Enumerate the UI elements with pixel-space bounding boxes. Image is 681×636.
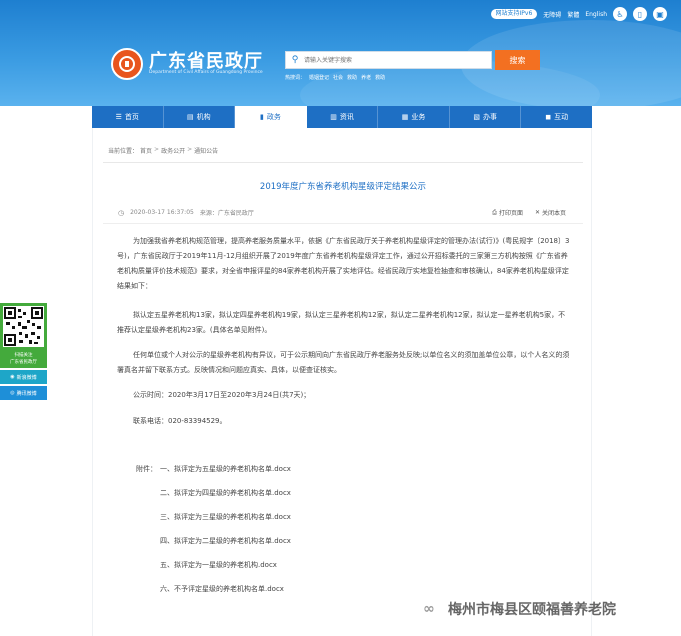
divider xyxy=(103,223,583,224)
weibo-label: 新浪微博 xyxy=(16,374,37,381)
nav-item-interaction[interactable]: ◼ 互动 xyxy=(521,106,592,128)
clock-icon: ◷ xyxy=(118,208,125,217)
nav-item-news[interactable]: ▥ 资讯 xyxy=(307,106,379,128)
article-meta: ◷ 2020-03-17 16:37:05 来源：广东省民政厅 xyxy=(118,208,254,218)
search-icon: ⚲ xyxy=(291,55,299,65)
nav-label: 首页 xyxy=(124,113,139,121)
weibo-icon: ◉ xyxy=(10,374,15,380)
nav-label: 互动 xyxy=(554,113,569,121)
home-icon: ☰ xyxy=(115,113,122,121)
tencent-icon: ◎ xyxy=(10,390,15,396)
tencent-weibo-button[interactable]: ◎ 腾讯微博 xyxy=(0,386,47,400)
article-container: 当前位置： 首页 > 政务公开 > 通知公告 2019年度广东省养老机构星级评定… xyxy=(92,128,592,636)
logo-emblem-icon[interactable] xyxy=(111,48,143,80)
hot-term[interactable]: 救助 xyxy=(347,74,357,81)
chat-icon: ◼ xyxy=(545,113,552,121)
search-box: ⚲ xyxy=(285,51,492,69)
watermark-text: 梅州市梅县区颐福善养老院 xyxy=(448,602,616,618)
breadcrumb-separator: > xyxy=(154,146,160,153)
mobile-icon[interactable]: ▯ xyxy=(633,7,647,21)
site-header: 网站支持IPv6 无障碍 繁體 English ♿ ▯ ▣ 广东省民政厅 Dep… xyxy=(0,0,681,106)
close-page-button[interactable]: ✕ 关闭本页 xyxy=(535,208,566,217)
qr-caption-line: 扫描关注 xyxy=(14,353,33,358)
breadcrumb-home[interactable]: 首页 xyxy=(140,146,152,155)
contact-phone: 联系电话：020-83394529。 xyxy=(133,417,227,425)
nav-item-services[interactable]: ▧ 办事 xyxy=(450,106,522,128)
tencent-label: 腾讯微博 xyxy=(16,390,37,397)
divider xyxy=(103,162,583,163)
wechat-watermark: ∞ 梅州市梅县区颐福善养老院 xyxy=(423,599,616,619)
building-icon: ▤ xyxy=(187,113,194,121)
sina-weibo-button[interactable]: ◉ 新浪微博 xyxy=(0,370,47,384)
nav-label: 办事 xyxy=(482,113,497,121)
article-source: 来源：广东省民政厅 xyxy=(199,210,254,217)
traditional-chinese-link[interactable]: 繁體 xyxy=(567,10,579,19)
breadcrumb-notices[interactable]: 通知公告 xyxy=(194,146,218,155)
search-button[interactable]: 搜索 xyxy=(495,50,540,70)
nav-label: 业务 xyxy=(411,113,426,121)
article-title: 2019年度广东省养老机构星级评定结果公示 xyxy=(259,182,427,192)
article-actions: ⎙ 打印页面 ✕ 关闭本页 xyxy=(492,208,566,218)
breadcrumb-separator: > xyxy=(187,146,193,153)
print-icon: ⎙ xyxy=(492,208,497,216)
side-float-panel: 扫描关注 广东省民政厅 ◉ 新浪微博 ◎ 腾讯微博 xyxy=(0,303,47,400)
breadcrumb-prefix: 当前位置： xyxy=(108,148,139,155)
nav-label: 资讯 xyxy=(339,113,354,121)
attachment-link[interactable]: 六、不予评定星级的养老机构名单.docx xyxy=(160,584,284,594)
qr-code-icon xyxy=(0,303,47,350)
news-icon: ▥ xyxy=(330,113,337,121)
breadcrumb-gov-open[interactable]: 政务公开 xyxy=(161,146,185,155)
site-subtitle: Department of Civil Affairs of Guangdong… xyxy=(149,70,263,75)
breadcrumb: 当前位置： 首页 > 政务公开 > 通知公告 xyxy=(108,146,218,155)
attachment-link[interactable]: 二、拟评定为四星级的养老机构名单.docx xyxy=(160,488,291,498)
nav-item-business[interactable]: ▦ 业务 xyxy=(378,106,450,128)
attachment-link[interactable]: 五、拟评定为一星级的养老机构.docx xyxy=(160,560,277,570)
hot-search-label: 热搜词： xyxy=(285,75,306,81)
close-icon: ✕ xyxy=(534,209,540,216)
print-button[interactable]: ⎙ 打印页面 xyxy=(492,208,523,218)
qr-caption: 扫描关注 广东省民政厅 xyxy=(0,350,47,368)
hot-term[interactable]: 社会 xyxy=(333,74,343,81)
attachments-label: 附件： xyxy=(136,465,157,473)
nav-item-government-affairs[interactable]: ▮ 政务 xyxy=(235,106,307,128)
nav-item-institutions[interactable]: ▤ 机构 xyxy=(164,106,236,128)
article-paragraph: 拟认定五星养老机构13家，拟认定四星养老机构19家，拟认定三星养老机构12家，拟… xyxy=(117,311,566,334)
task-icon: ▧ xyxy=(473,113,480,121)
hot-search: 热搜词： 婚姻登记 社会 救助 养老 救助 xyxy=(285,74,385,81)
english-link[interactable]: English xyxy=(585,11,607,18)
nav-item-home[interactable]: ☰ 首页 xyxy=(92,106,164,128)
article-paragraph: 为加强我省养老机构规范管理，提高养老服务质量水平，依据《广东省民政厅关于养老机构… xyxy=(117,237,570,290)
close-label: 关闭本页 xyxy=(541,210,566,217)
ipv6-badge: 网站支持IPv6 xyxy=(490,9,538,19)
accessibility-icon[interactable]: ♿ xyxy=(613,7,627,21)
main-nav: ☰ 首页 ▤ 机构 ▮ 政务 ▥ 资讯 ▦ 业务 ▧ 办事 ◼ 互动 xyxy=(92,106,592,128)
nav-label: 政务 xyxy=(266,113,281,121)
nav-label: 机构 xyxy=(196,113,211,121)
attachment-link[interactable]: 一、拟评定为五星级的养老机构名单.docx xyxy=(160,464,291,474)
book-icon: ▮ xyxy=(260,113,264,121)
wechat-icon: ∞ xyxy=(423,601,435,617)
publicity-period: 公示时间：2020年3月17日至2020年3月24日(共7天)； xyxy=(133,391,311,399)
search-input[interactable] xyxy=(304,53,484,67)
print-label: 打印页面 xyxy=(498,210,523,217)
article-paragraph: 任何单位或个人对公示的星级养老机构有异议，可于公示期间向广东省民政厅养老服务处反… xyxy=(117,351,570,374)
hot-term[interactable]: 养老 xyxy=(361,74,371,81)
attachment-link[interactable]: 四、拟评定为二星级的养老机构名单.docx xyxy=(160,536,291,546)
hot-term[interactable]: 婚姻登记 xyxy=(309,74,329,81)
app-icon[interactable]: ▣ xyxy=(653,7,667,21)
chart-icon: ▦ xyxy=(401,113,409,121)
attachment-link[interactable]: 三、拟评定为三星级的养老机构名单.docx xyxy=(160,512,291,522)
top-links: 网站支持IPv6 无障碍 繁體 English ♿ ▯ ▣ xyxy=(490,6,667,22)
publish-datetime: 2020-03-17 16:37:05 xyxy=(130,209,194,216)
qr-caption-line: 广东省民政厅 xyxy=(10,360,37,365)
hot-term[interactable]: 救助 xyxy=(375,74,385,81)
accessibility-link[interactable]: 无障碍 xyxy=(543,10,561,19)
